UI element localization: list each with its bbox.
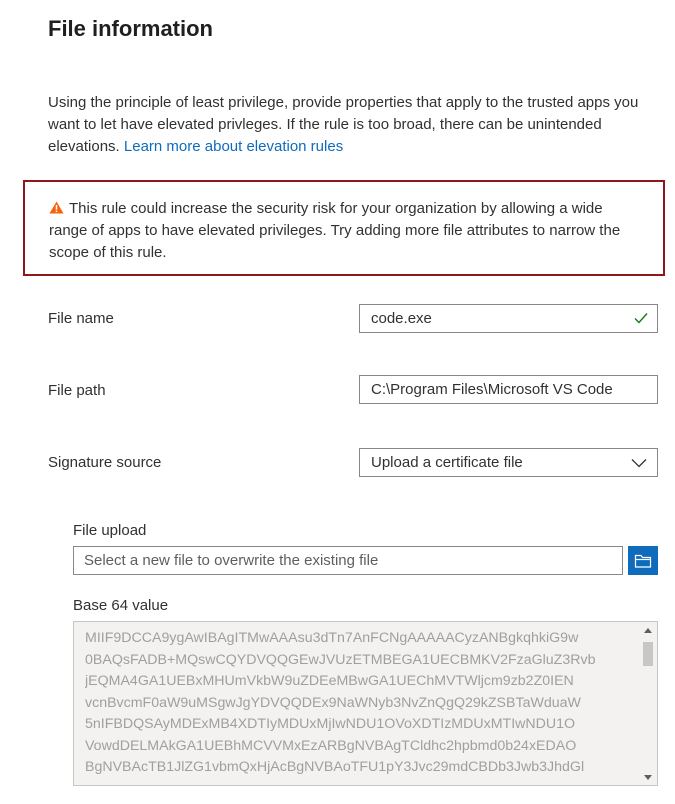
base64-line: BgNVBAcTB1JlZG1vbmQxHjAcBgNVBAoTFU1pY3Jv…: [85, 759, 585, 775]
file-upload-input[interactable]: Select a new file to overwrite the exist…: [73, 546, 623, 575]
warning-triangle-icon: [49, 201, 64, 214]
file-path-value: C:\Program Files\Microsoft VS Code: [371, 381, 613, 398]
base64-line: 0BAQsFADB+MQswCQYDVQQGEwJVUzETMBEGA1UECB…: [85, 651, 596, 668]
base64-value: MIIF9DCCA9ygAwIBAgITMwAAAsu3dTn7AnFCNgAA…: [85, 628, 633, 779]
file-name-label: File name: [48, 310, 114, 327]
file-upload-placeholder: Select a new file to overwrite the exist…: [84, 552, 379, 569]
browse-file-button[interactable]: [628, 546, 658, 575]
signature-source-label: Signature source: [48, 454, 162, 471]
file-name-value: code.exe: [371, 310, 432, 327]
scrollbar[interactable]: [641, 624, 655, 784]
base64-textarea[interactable]: MIIF9DCCA9ygAwIBAgITMwAAAsu3dTn7AnFCNgAA…: [73, 621, 658, 786]
warning-text: This rule could increase the security ri…: [49, 200, 621, 261]
folder-icon: [634, 554, 652, 568]
file-path-label: File path: [48, 382, 106, 399]
intro-text: Using the principle of least privilege, …: [48, 92, 648, 158]
page-title: File information: [48, 16, 213, 41]
file-path-input[interactable]: C:\Program Files\Microsoft VS Code: [359, 375, 658, 404]
chevron-down-icon: [631, 459, 647, 468]
scroll-down-arrow-icon[interactable]: [644, 775, 652, 780]
base64-line: MIIF9DCCA9ygAwIBAgITMwAAAsu3dTn7AnFCNgAA…: [85, 630, 579, 646]
scrollbar-thumb[interactable]: [643, 642, 653, 666]
warning-banner: This rule could increase the security ri…: [23, 180, 665, 276]
base64-line: 5nIFBDQSAyMDExMB4XDTIyMDUxMjIwNDU1OVoXDT…: [85, 716, 576, 732]
signature-source-dropdown[interactable]: Upload a certificate file: [359, 448, 658, 477]
base64-line: vcnBvcmF0aW9uMSgwJgYDVQQDEx9NaWNyb3NvZnQ…: [85, 694, 581, 711]
file-name-input[interactable]: code.exe: [359, 304, 658, 333]
file-upload-label: File upload: [73, 522, 147, 539]
checkmark-icon: [634, 313, 648, 324]
base64-line: jEQMA4GA1UEBxMHUmVkbW9uZDEeMBwGA1UEChMVT…: [85, 673, 574, 689]
learn-more-link[interactable]: Learn more about elevation rules: [124, 138, 343, 155]
base64-label: Base 64 value: [73, 597, 169, 614]
signature-source-value: Upload a certificate file: [371, 454, 523, 471]
base64-line: VowdDELMAkGA1UEBhMCVVMxEzARBgNVBAgTCldhc…: [85, 737, 577, 754]
scroll-up-arrow-icon[interactable]: [644, 628, 652, 633]
